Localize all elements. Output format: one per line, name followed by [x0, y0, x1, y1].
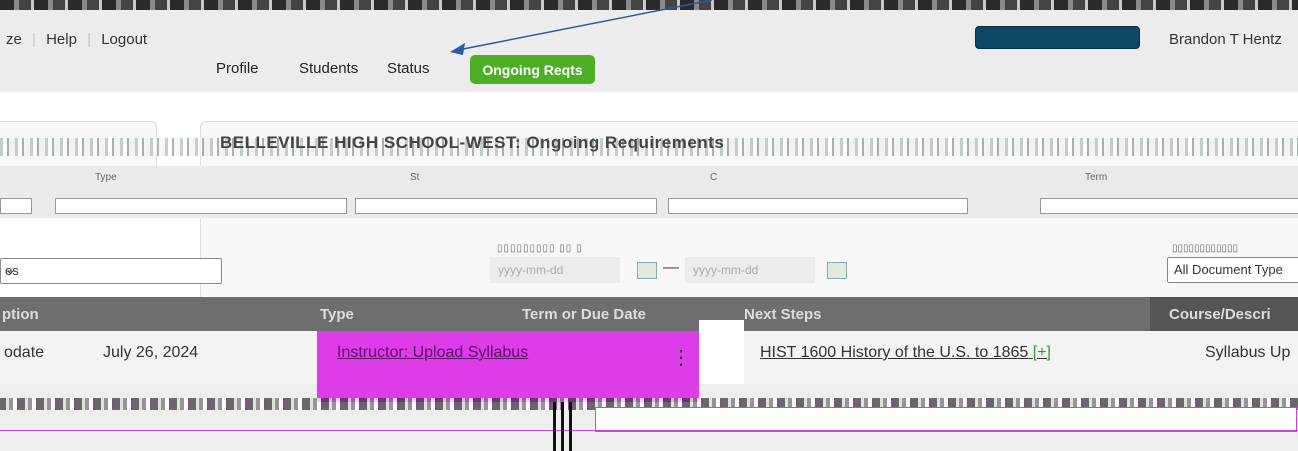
- document-type-select[interactable]: All Document Type: [1167, 257, 1298, 283]
- document-type-value: All Document Type: [1174, 262, 1283, 277]
- course-filter-select[interactable]: [668, 198, 968, 214]
- expand-toggle[interactable]: [+]: [1033, 344, 1051, 361]
- cell-description: odate: [4, 344, 45, 361]
- column-header-type[interactable]: Type: [320, 306, 354, 323]
- drag-handle[interactable]: [553, 402, 556, 451]
- cell-date: July 26, 2024: [103, 344, 199, 361]
- table-header: [0, 297, 1298, 331]
- kebab-menu-icon[interactable]: ⋮: [671, 344, 691, 372]
- divider: [0, 430, 1298, 431]
- date-to-placeholder: yyyy-mm-dd: [693, 263, 759, 277]
- date-from-field[interactable]: yyyy-mm-dd: [490, 257, 620, 283]
- date-separator: —: [663, 259, 679, 276]
- category-select[interactable]: es ⌄: [0, 258, 222, 284]
- cell-spacer: [699, 320, 744, 384]
- course-filter-label: C: [710, 172, 718, 183]
- term-filter-select[interactable]: [1040, 198, 1298, 214]
- calendar-icon[interactable]: [827, 262, 847, 279]
- term-filter-label: Term: [1085, 172, 1108, 183]
- date-to-field[interactable]: yyyy-mm-dd: [685, 257, 815, 283]
- upload-syllabus-link[interactable]: Instructor: Upload Syllabus: [337, 344, 528, 362]
- drag-handle[interactable]: [569, 402, 572, 451]
- date-from-placeholder: yyyy-mm-dd: [498, 263, 564, 277]
- column-header-term[interactable]: Term or Due Date: [522, 306, 646, 323]
- next-step-text: HIST 1600 History of the U.S. to 1865: [760, 344, 1029, 361]
- next-step-link[interactable]: HIST 1600 History of the U.S. to 1865 [+…: [760, 344, 1051, 362]
- column-header-course[interactable]: Course/Descri: [1169, 306, 1271, 323]
- document-type-label: ▯▯▯▯▯▯▯▯▯▯▯▯: [1172, 243, 1239, 254]
- column-header-next-steps[interactable]: Next Steps: [744, 306, 822, 323]
- page-title: BELLEVILLE HIGH SCHOOL-WEST: Ongoing Req…: [220, 133, 725, 152]
- drag-handle[interactable]: [561, 402, 564, 451]
- chevron-down-icon: ⌄: [5, 262, 16, 277]
- filter-select-1[interactable]: [0, 198, 32, 214]
- selection-outline: [595, 407, 1297, 432]
- highlighted-type-cell: Instructor: Upload Syllabus ⋮: [317, 331, 699, 384]
- type-filter-select[interactable]: [55, 198, 347, 214]
- status-filter-select[interactable]: [355, 198, 657, 214]
- calendar-icon[interactable]: [637, 262, 657, 279]
- status-filter-label: St: [410, 172, 420, 183]
- cell-course-desc: Syllabus Up: [1205, 344, 1291, 361]
- date-range-label: ▯▯▯▯▯▯▯▯▯ ▯▯ ▯: [497, 243, 583, 254]
- type-filter-label: Type: [95, 172, 117, 183]
- column-header-description[interactable]: ption: [2, 306, 39, 323]
